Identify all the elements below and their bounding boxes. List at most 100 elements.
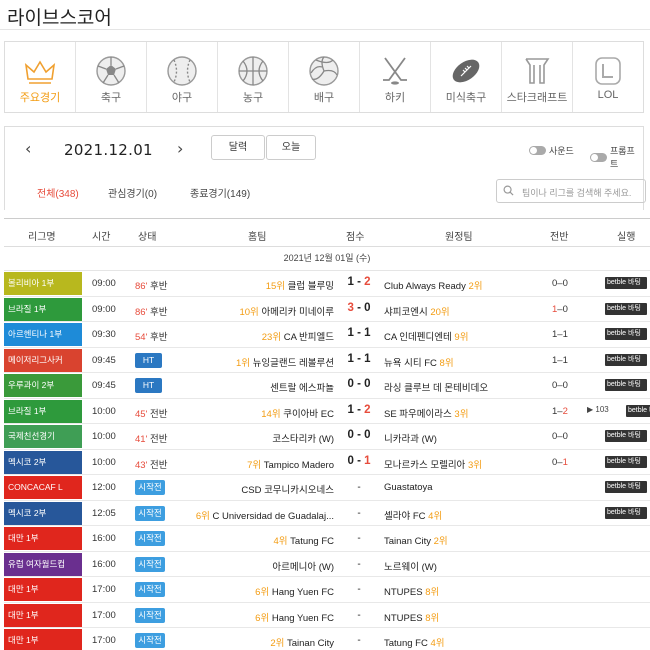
sport-tab-2[interactable]: 야구: [147, 42, 218, 112]
match-minute: 54': [135, 332, 148, 343]
away-team[interactable]: SE 파우메이라스 3위: [384, 406, 468, 420]
league-label[interactable]: 우루과이 2부: [4, 374, 82, 397]
away-team[interactable]: 모나르카스 모렐리아 3위: [384, 457, 482, 471]
league-label[interactable]: 대만 1부: [4, 578, 82, 601]
away-team[interactable]: 셀라야 FC 4위: [384, 508, 442, 522]
betting-button[interactable]: betble 바팅: [626, 404, 650, 417]
betting-button[interactable]: betble 바팅: [605, 379, 647, 391]
table-row[interactable]: 우루과이 2부 09:45 HT 센트랄 에스파뇰 0 - 0 라싱 클루브 데 몬테비데…: [4, 373, 650, 399]
sport-tab-7[interactable]: 스타크래프트: [502, 42, 573, 112]
league-label[interactable]: 대만 1부: [4, 629, 82, 650]
table-row[interactable]: 유럽 여자월드컵 16:00 시작전 아르메니아 (W) - 노르웨이 (W): [4, 552, 650, 577]
sport-tab-3[interactable]: 농구: [218, 42, 289, 112]
table-row[interactable]: 볼리비아 1부 09:00 86' 후반 15위 클럽 블루밍 1 - 2 Club Al…: [4, 271, 650, 297]
match-period: 전반: [150, 408, 168, 420]
betting-button[interactable]: betble 바팅: [605, 455, 647, 468]
away-team[interactable]: 샤피코엔시 20위: [384, 304, 450, 318]
home-team[interactable]: 6위 Hang Yuen FC: [255, 584, 334, 598]
league-label[interactable]: CONCACAF L: [4, 476, 82, 499]
home-team[interactable]: 6위 Hang Yuen FC: [255, 610, 334, 624]
table-row[interactable]: 대만 1부 17:00 시작전 6위 Hang Yuen FC - NTUPES 8위: [4, 577, 650, 603]
league-label[interactable]: 브라질 1부: [4, 399, 82, 423]
halftime-home: 0: [552, 380, 558, 391]
calendar-button[interactable]: 달력: [211, 135, 265, 160]
betting-button[interactable]: betble 바팅: [605, 277, 647, 289]
sport-tab-5[interactable]: 하키: [360, 42, 431, 112]
home-team[interactable]: 7위 Tampico Madero: [247, 457, 334, 471]
betting-button[interactable]: betble 바팅: [605, 302, 647, 315]
match-time: 09:30: [92, 329, 116, 340]
sound-toggle[interactable]: 사운드: [529, 144, 574, 157]
filter-finished-tab[interactable]: 종료경기(149): [190, 185, 250, 200]
today-button[interactable]: 오늘: [266, 135, 316, 160]
away-team[interactable]: 니카라과 (W): [384, 431, 437, 445]
table-row[interactable]: 브라질 1부 09:00 86' 후반 10위 아메리카 미네이루 3 - 0 샤피코엔시…: [4, 297, 650, 322]
table-row[interactable]: 대만 1부 17:00 시작전 6위 Hang Yuen FC - NTUPES 8위: [4, 603, 650, 628]
table-row[interactable]: 대만 1부 17:00 시작전 2위 Tainan City - Tatung FC 4위: [4, 628, 650, 650]
home-rank: 23위: [261, 332, 282, 343]
away-team[interactable]: 라싱 클루브 데 몬테비데오: [384, 380, 488, 394]
home-team[interactable]: 23위 CA 반피엘드: [262, 329, 334, 343]
prompt-toggle[interactable]: 프롬프트: [590, 144, 643, 170]
betting-button[interactable]: betble 바팅: [605, 506, 647, 519]
filter-all-tab[interactable]: 전체(348): [37, 185, 79, 200]
league-label[interactable]: 볼리비아 1부: [4, 272, 82, 295]
league-label[interactable]: 아르헨티나 1부: [4, 323, 82, 346]
away-team[interactable]: Club Always Ready 2위: [384, 278, 483, 292]
search-input[interactable]: 팀이나 리그를 검색해 주세요.: [496, 179, 646, 203]
league-label[interactable]: 브라질 1부: [4, 297, 82, 321]
table-row[interactable]: 멕시코 2부 10:00 43' 전반 7위 Tampico Madero 0 - 1 모…: [4, 450, 650, 475]
sport-tab-4[interactable]: 배구: [289, 42, 360, 112]
home-team[interactable]: 4위 Tatung FC: [274, 533, 335, 547]
home-team[interactable]: 1위 뉴잉글랜드 레볼루션: [236, 355, 334, 369]
away-team[interactable]: CA 인데펜디엔테 9위: [384, 329, 468, 343]
home-score: 1: [347, 352, 354, 365]
prev-date-button[interactable]: ‹: [25, 139, 31, 158]
next-date-button[interactable]: ›: [177, 139, 183, 158]
sport-tab-1[interactable]: 축구: [76, 42, 147, 112]
table-row[interactable]: 아르헨티나 1부 09:30 54' 후반 23위 CA 반피엘드 1 - 1 CA 인데…: [4, 322, 650, 348]
home-team[interactable]: 15위 클럽 블루밍: [266, 278, 334, 292]
table-row[interactable]: CONCACAF L 12:00 시작전 CSD 코무니카시오네스 - Guastatoy…: [4, 475, 650, 501]
sport-tab-0[interactable]: 주요경기: [5, 42, 76, 112]
table-row[interactable]: 메이저리그사커 09:45 HT 1위 뉴잉글랜드 레볼루션 1 - 1 뉴욕 시티 FC…: [4, 348, 650, 373]
league-label[interactable]: 유럽 여자월드컵: [4, 552, 82, 576]
away-team[interactable]: 뉴욕 시티 FC 8위: [384, 355, 454, 369]
halftime-away: 1: [562, 456, 568, 468]
home-team[interactable]: 2위 Tainan City: [270, 635, 334, 649]
betting-button[interactable]: betble 바팅: [605, 328, 647, 340]
away-team[interactable]: Tatung FC 4위: [384, 635, 445, 649]
away-team[interactable]: Guastatoya: [384, 482, 433, 493]
betting-button[interactable]: betble 바팅: [605, 430, 647, 442]
league-label[interactable]: 대만 1부: [4, 527, 82, 550]
table-row[interactable]: 대만 1부 16:00 시작전 4위 Tatung FC - Tainan City 2위: [4, 526, 650, 552]
away-team[interactable]: NTUPES 8위: [384, 584, 439, 598]
filter-favorites-tab[interactable]: 관심경기(0): [108, 185, 157, 200]
home-team[interactable]: 6위 C Universidad de Guadalaj...: [196, 508, 334, 522]
home-team[interactable]: 센트랄 에스파뇰: [270, 380, 334, 394]
league-label[interactable]: 멕시코 2부: [4, 450, 82, 474]
home-team[interactable]: 아르메니아 (W): [272, 559, 334, 573]
table-row[interactable]: 멕시코 2부 12:05 시작전 6위 C Universidad de Guadal…: [4, 501, 650, 526]
home-team[interactable]: 10위 아메리카 미네이루: [239, 304, 334, 318]
betting-button[interactable]: betble 바팅: [605, 481, 647, 493]
away-team[interactable]: Tainan City 2위: [384, 533, 448, 547]
home-team[interactable]: 14위 쿠이아바 EC: [261, 406, 334, 420]
sport-tab-6[interactable]: 미식축구: [431, 42, 502, 112]
away-team-name: Tatung FC: [384, 638, 428, 649]
home-team[interactable]: CSD 코무니카시오네스: [241, 482, 334, 496]
live-stream-count[interactable]: ▶ 103: [587, 405, 609, 414]
home-team[interactable]: 코스타리카 (W): [272, 431, 334, 445]
league-label[interactable]: 대만 1부: [4, 603, 82, 627]
match-minute: 41': [135, 434, 148, 445]
table-row[interactable]: 국제친선경기 10:00 41' 전반 코스타리카 (W) 0 - 0 니카라과 (W) 0…: [4, 424, 650, 450]
betting-button[interactable]: betble 바팅: [605, 353, 647, 366]
away-team[interactable]: NTUPES 8위: [384, 610, 439, 624]
league-label[interactable]: 멕시코 2부: [4, 501, 82, 525]
away-team[interactable]: 노르웨이 (W): [384, 559, 437, 573]
sport-tab-8[interactable]: LOL: [573, 42, 643, 112]
league-label[interactable]: 메이저리그사커: [4, 348, 82, 372]
home-score: 1: [347, 403, 354, 416]
league-label[interactable]: 국제친선경기: [4, 425, 82, 448]
table-row[interactable]: 브라질 1부 10:00 45' 전반 14위 쿠이아바 EC 1 - 2 SE 파우메이…: [4, 399, 650, 424]
